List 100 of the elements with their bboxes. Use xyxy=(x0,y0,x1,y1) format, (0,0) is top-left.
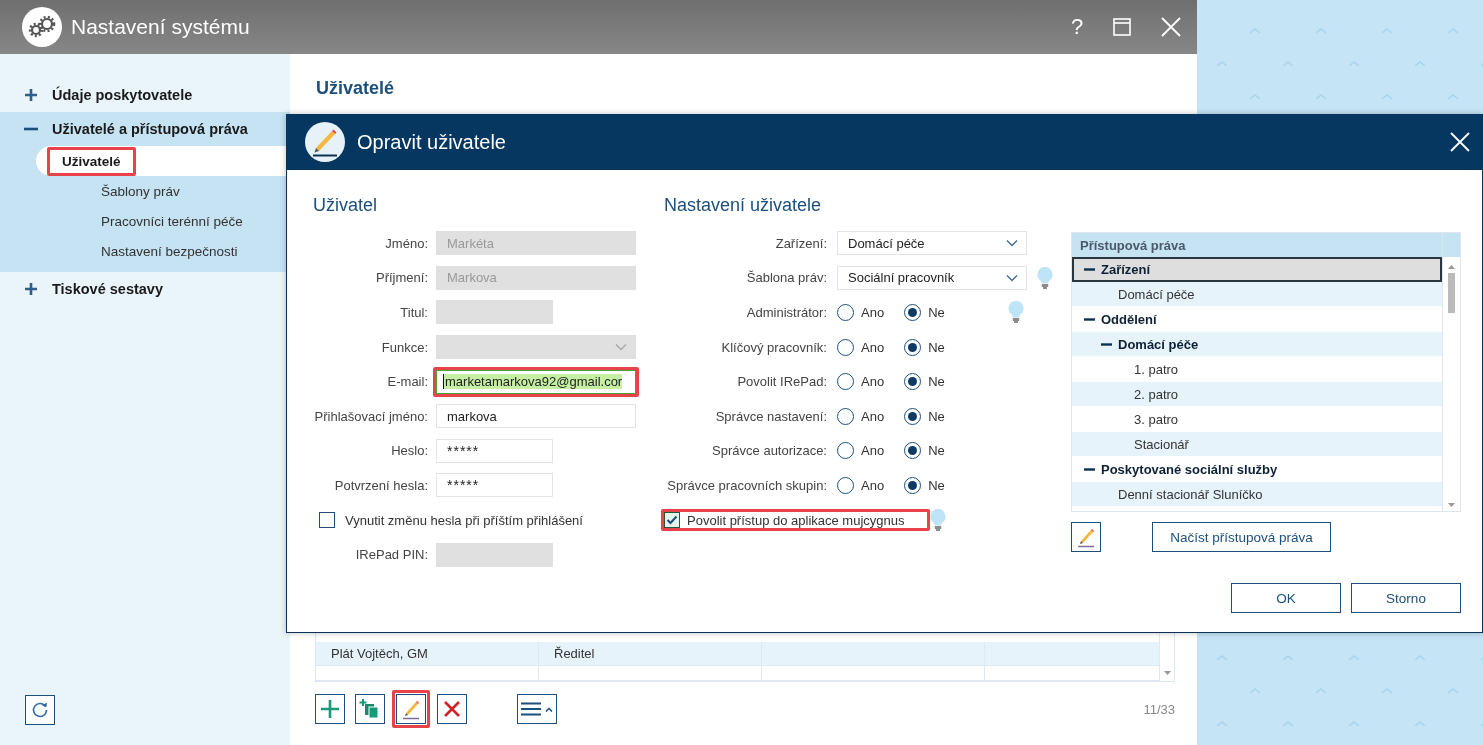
password-field[interactable]: ***** xyxy=(436,438,553,463)
field-label: Titul: xyxy=(399,305,428,320)
maximize-icon[interactable] xyxy=(1113,18,1131,36)
checkbox[interactable] xyxy=(319,512,335,529)
field-label: Správce autorizace: xyxy=(711,443,827,459)
radio-button[interactable] xyxy=(904,373,922,391)
table-cell: Plát Vojtěch, GM xyxy=(316,642,539,665)
radio-label: Ne xyxy=(928,374,945,390)
checkbox-label: Vynutit změnu hesla při příštím přihlášení xyxy=(345,512,583,528)
radio-button[interactable] xyxy=(837,407,854,425)
dialog-title: Opravit uživatele xyxy=(357,130,507,154)
field-label: IRePad PIN: xyxy=(354,547,428,563)
sidebar-item[interactable]: Uživatelé xyxy=(62,153,121,169)
password-field[interactable]: ***** xyxy=(436,473,553,498)
add-button[interactable] xyxy=(315,694,345,724)
chevron-icon xyxy=(615,343,627,352)
field-label: Klíčový pracovník: xyxy=(720,339,827,355)
radio-button[interactable] xyxy=(837,442,854,460)
dropdown-field[interactable]: Domácí péče xyxy=(837,231,1027,256)
collapse-icon[interactable] xyxy=(1084,317,1095,321)
scroll-up-icon[interactable] xyxy=(1448,265,1455,269)
radio-label: Ano xyxy=(861,339,885,355)
chevron-icon xyxy=(1006,273,1018,282)
refresh-icon xyxy=(31,701,49,719)
plus-icon xyxy=(320,699,340,719)
delete-button[interactable] xyxy=(437,694,467,724)
duplicate-icon xyxy=(359,698,381,720)
dropdown-field[interactable]: Sociální pracovník xyxy=(837,265,1027,290)
pencil-icon xyxy=(1075,526,1097,548)
ok-button[interactable]: OK xyxy=(1231,583,1341,613)
window-title: Nastavení systému xyxy=(71,15,251,39)
radio-button[interactable] xyxy=(837,373,854,391)
lightbulb-icon[interactable] xyxy=(1006,300,1025,325)
tree-row[interactable]: Domácí péče xyxy=(1072,332,1442,357)
menu-icon xyxy=(521,702,541,716)
tree-header: Přístupová práva xyxy=(1072,233,1442,257)
field-label: Administrátor: xyxy=(745,305,827,320)
field-label: Příjmení: xyxy=(375,270,428,286)
radio-button[interactable] xyxy=(837,338,854,356)
help-button[interactable]: ? xyxy=(1065,14,1089,40)
field-label: Funkce: xyxy=(380,339,428,355)
page-title: Uživatelé xyxy=(316,78,396,99)
tree-row[interactable]: 2. patro xyxy=(1072,382,1442,407)
radio-button[interactable] xyxy=(904,442,922,460)
lightbulb-icon[interactable] xyxy=(928,508,947,533)
load-rights-button[interactable]: Načíst přístupová práva xyxy=(1152,522,1331,552)
menu-button[interactable] xyxy=(517,694,557,724)
lightbulb-icon[interactable] xyxy=(1036,265,1054,290)
radio-button[interactable] xyxy=(837,476,854,494)
table-cell: Ředitel xyxy=(539,642,762,665)
radio-label: Ne xyxy=(928,339,945,355)
sidebar-item[interactable]: Pracovníci terénní péče xyxy=(101,213,243,229)
close-icon[interactable] xyxy=(1450,132,1470,152)
sidebar-group[interactable]: Údaje poskytovatele xyxy=(52,87,193,103)
sidebar-group[interactable]: Tiskové sestavy xyxy=(52,281,163,297)
scrollbar-thumb[interactable] xyxy=(1448,273,1455,313)
tree-row[interactable]: Stacionář xyxy=(1072,432,1442,457)
scroll-down-icon[interactable] xyxy=(1448,503,1455,507)
pencil-icon xyxy=(400,698,422,720)
header-corner xyxy=(1443,233,1460,257)
sidebar-item[interactable]: Šablony práv xyxy=(101,183,180,199)
checkbox-label: Povolit přístup do aplikace mujcygnus xyxy=(687,512,905,528)
radio-label: Ne xyxy=(928,408,945,424)
field-label: Přihlašovací jméno: xyxy=(313,408,428,424)
field-label: Šablona práv: xyxy=(745,270,827,286)
expand-icon[interactable] xyxy=(24,88,38,102)
collapse-icon[interactable] xyxy=(1084,467,1095,471)
field-label: Heslo: xyxy=(390,443,428,459)
radio-button[interactable] xyxy=(904,304,922,321)
duplicate-button[interactable] xyxy=(355,694,385,724)
radio-label: Ano xyxy=(861,477,885,493)
scroll-down-icon[interactable] xyxy=(1163,671,1171,675)
radio-label: Ne xyxy=(928,443,945,459)
refresh-button[interactable] xyxy=(25,695,55,725)
tree-row[interactable]: Zařízení xyxy=(1072,257,1442,282)
gears-icon xyxy=(22,7,62,47)
field-label: Správce nastavení: xyxy=(714,408,827,424)
radio-label: Ano xyxy=(861,374,885,390)
field-label: E-mail: xyxy=(386,374,428,390)
sidebar-group[interactable]: Uživatelé a přístupová práva xyxy=(52,121,248,137)
radio-button[interactable] xyxy=(904,407,922,425)
radio-button[interactable] xyxy=(837,304,854,321)
sidebar-item[interactable]: Nastavení bezpečnosti xyxy=(101,243,238,259)
pencil-icon xyxy=(305,122,345,162)
text-field[interactable]: markova xyxy=(436,404,636,429)
chevron-icon xyxy=(1006,239,1018,248)
checkbox[interactable] xyxy=(664,512,680,529)
cancel-button[interactable]: Storno xyxy=(1351,583,1461,613)
expand-icon[interactable] xyxy=(24,282,38,296)
radio-label: Ne xyxy=(928,477,945,493)
collapse-icon[interactable] xyxy=(1101,342,1112,346)
field-label: Povolit IRePad: xyxy=(736,374,827,390)
edit-button[interactable] xyxy=(1071,522,1101,552)
radio-label: Ano xyxy=(861,305,885,320)
radio-button[interactable] xyxy=(904,338,922,356)
tree-row[interactable]: Denní stacionář Sluníčko xyxy=(1072,482,1442,507)
text-field[interactable]: marketamarkova92@gmail.cor xyxy=(436,369,636,394)
tree-row[interactable]: Domácí péče xyxy=(1072,282,1442,307)
radio-button[interactable] xyxy=(904,476,922,494)
section-heading: Uživatel xyxy=(313,194,379,217)
